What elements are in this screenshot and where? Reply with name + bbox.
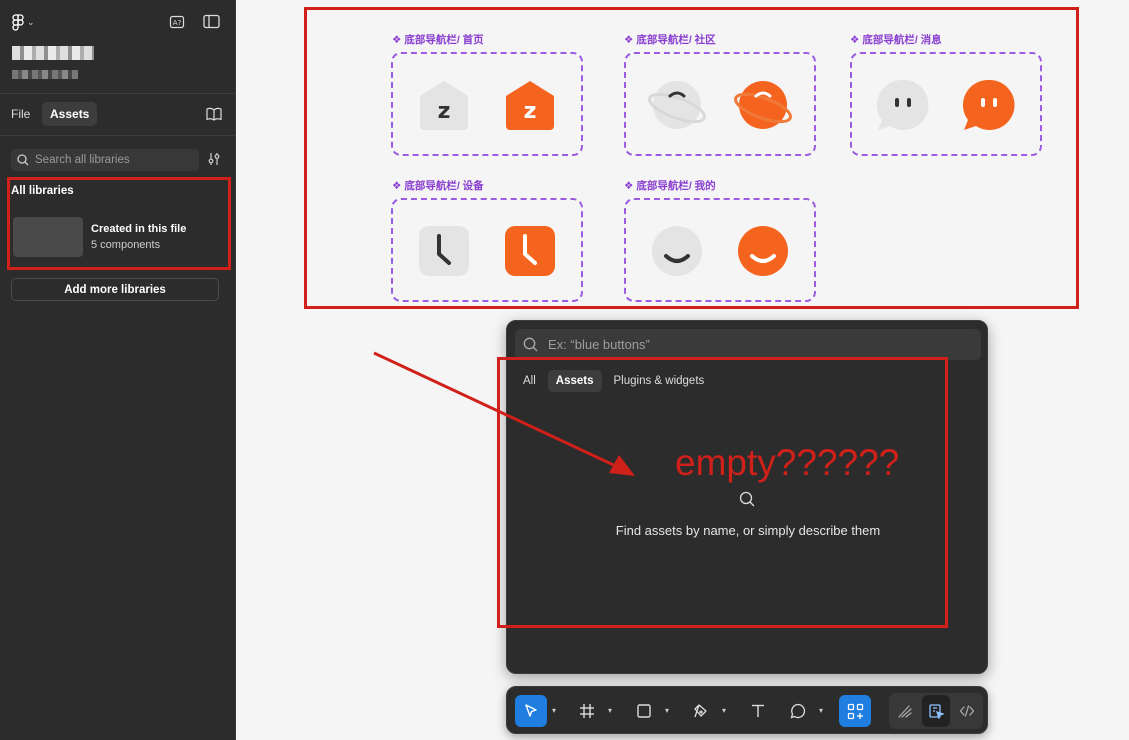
design-mode-button[interactable] — [922, 695, 950, 727]
code-icon — [959, 705, 975, 717]
actions-grid-icon — [847, 703, 863, 719]
frame-tool-button[interactable] — [571, 695, 603, 727]
chevron-down-icon[interactable]: ▾ — [819, 706, 823, 715]
chevron-down-icon[interactable]: ▾ — [552, 706, 556, 715]
chevron-down-icon[interactable]: ▾ — [608, 706, 612, 715]
annotation-arrow — [373, 351, 635, 476]
draw-scribble-icon — [898, 705, 912, 718]
rectangle-icon — [637, 704, 651, 718]
actions-button[interactable] — [839, 695, 871, 727]
bottom-toolbar: ▾ ▾ ▾ ▾ ▾ — [506, 686, 988, 734]
move-tool-button[interactable] — [515, 695, 547, 727]
dev-mode-button[interactable] — [953, 695, 981, 727]
pen-tool-button[interactable] — [685, 695, 717, 727]
text-tool-button[interactable] — [742, 695, 774, 727]
cursor-icon — [525, 704, 537, 717]
annotation-text: empty?????? — [675, 442, 900, 483]
shape-tool-button[interactable] — [628, 695, 660, 727]
frame-hash-icon — [580, 704, 594, 718]
draw-mode-button[interactable] — [891, 695, 919, 727]
pen-icon — [694, 704, 707, 718]
chevron-down-icon[interactable]: ▾ — [665, 706, 669, 715]
text-icon — [752, 704, 764, 717]
comment-tool-button[interactable] — [782, 695, 814, 727]
chevron-down-icon[interactable]: ▾ — [722, 706, 726, 715]
design-mode-icon — [929, 704, 944, 719]
comment-bubble-icon — [790, 703, 806, 719]
mode-switcher — [889, 693, 983, 729]
